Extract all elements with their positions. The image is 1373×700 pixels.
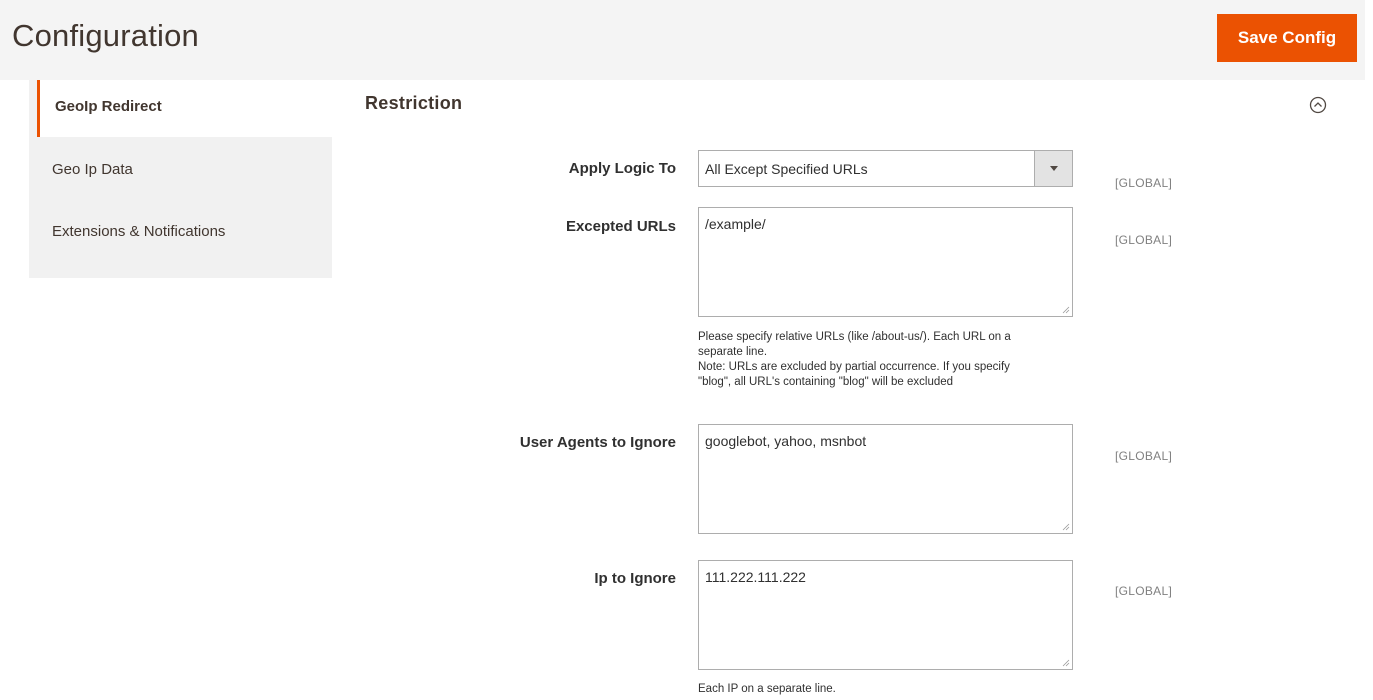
ip-ignore-textarea[interactable]: 111.222.111.222: [698, 560, 1073, 670]
apply-logic-select[interactable]: All Except Specified URLs: [698, 150, 1073, 187]
page-header: Configuration Save Config: [0, 0, 1365, 80]
sidebar-item-geoip-redirect[interactable]: GeoIp Redirect: [37, 80, 332, 137]
user-agents-scope: [GLOBAL]: [1115, 449, 1173, 463]
apply-logic-value: All Except Specified URLs: [705, 161, 868, 177]
apply-logic-scope: [GLOBAL]: [1115, 176, 1173, 190]
ip-ignore-value: 111.222.111.222: [705, 569, 806, 585]
apply-logic-label: Apply Logic To: [568, 160, 676, 177]
save-config-button[interactable]: Save Config: [1217, 14, 1357, 62]
user-agents-textarea[interactable]: googlebot, yahoo, msnbot: [698, 424, 1073, 534]
ip-ignore-label: Ip to Ignore: [594, 570, 676, 587]
note-line: separate line.: [698, 346, 768, 358]
user-agents-value: googlebot, yahoo, msnbot: [705, 433, 867, 449]
chevron-up-circle-icon[interactable]: [1309, 96, 1327, 114]
excepted-urls-textarea[interactable]: /example/: [698, 207, 1073, 317]
sidebar-item-label: GeoIp Redirect: [55, 98, 162, 115]
sidebar-item-label: Extensions & Notifications: [52, 223, 226, 240]
config-sidebar: GeoIp Redirect Geo Ip Data Extensions & …: [29, 80, 332, 278]
excepted-urls-label: Excepted URLs: [565, 218, 676, 235]
user-agents-label: User Agents to Ignore: [519, 434, 676, 451]
note-line: Please specify relative URLs (like /abou…: [698, 331, 1011, 343]
select-toggle[interactable]: [1034, 151, 1072, 186]
page-title: Configuration: [12, 18, 199, 53]
resize-handle-icon[interactable]: [1062, 523, 1070, 531]
ip-ignore-scope: [GLOBAL]: [1115, 584, 1173, 598]
note-line: Note: URLs are excluded by partial occur…: [698, 361, 1010, 373]
chevron-down-icon: [1050, 166, 1058, 171]
sidebar-item-label: Geo Ip Data: [52, 161, 133, 178]
sidebar-item-extensions-notifications[interactable]: Extensions & Notifications: [29, 199, 332, 261]
excepted-urls-scope: [GLOBAL]: [1115, 233, 1173, 247]
section-title: Restriction: [365, 93, 463, 113]
resize-handle-icon[interactable]: [1062, 306, 1070, 314]
sidebar-item-geo-ip-data[interactable]: Geo Ip Data: [29, 137, 332, 199]
ip-ignore-note: Each IP on a separate line.: [698, 683, 836, 695]
resize-handle-icon[interactable]: [1062, 659, 1070, 667]
excepted-urls-note: Please specify relative URLs (like /abou…: [698, 330, 1078, 390]
note-line: "blog", all URL's containing "blog" will…: [698, 376, 954, 388]
excepted-urls-value: /example/: [705, 216, 766, 232]
